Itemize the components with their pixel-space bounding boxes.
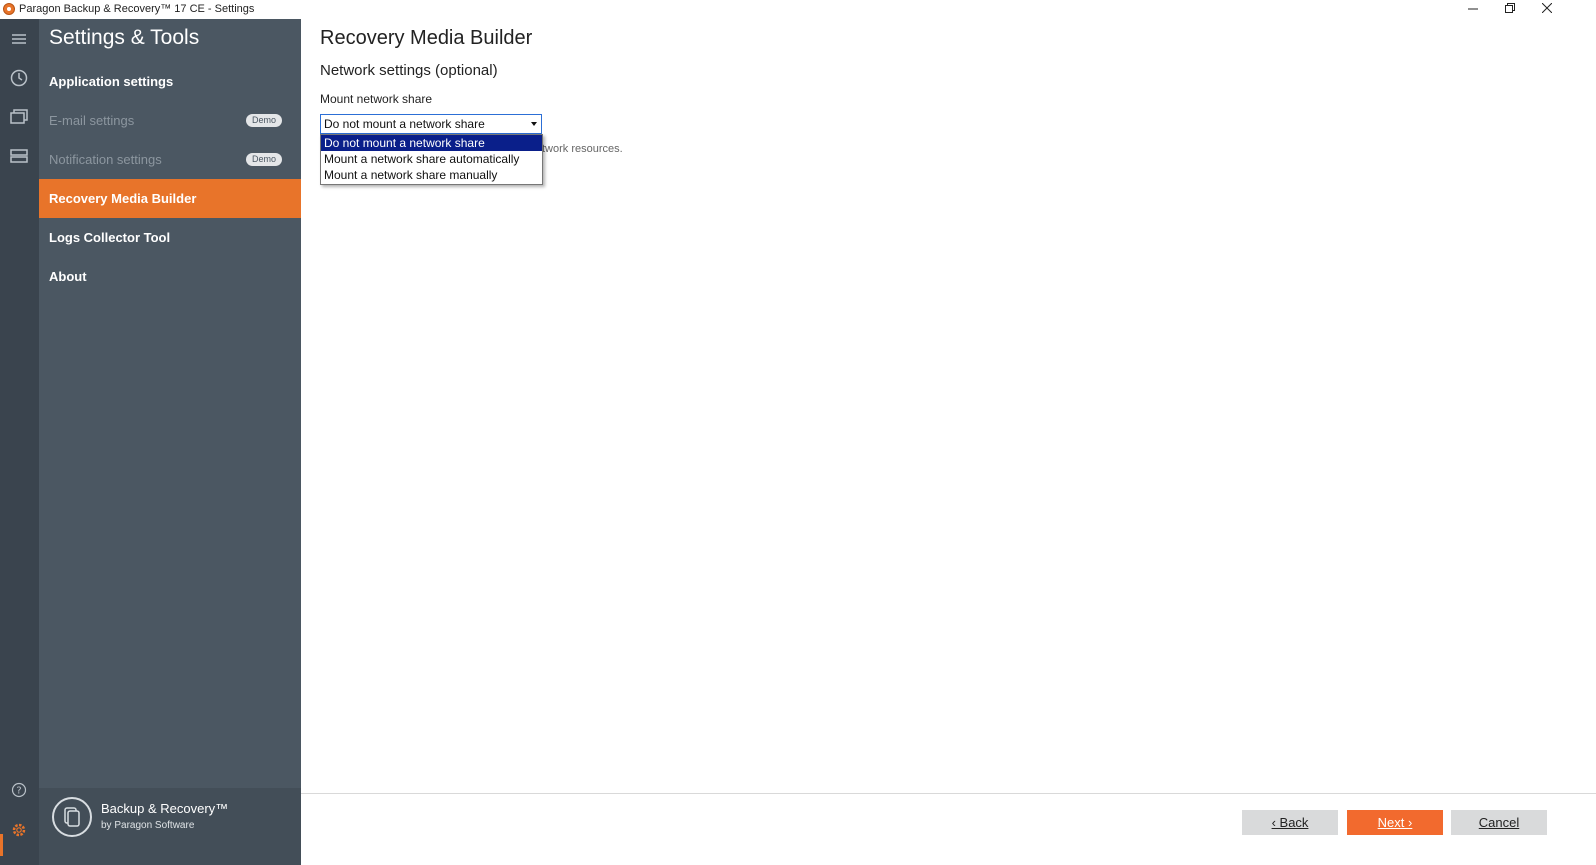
clock-icon[interactable] [8,67,30,89]
footer-divider [301,793,1596,794]
title-bar: Paragon Backup & Recovery™ 17 CE - Setti… [0,0,1596,19]
active-indicator [0,834,3,856]
brand-name: Backup & Recovery™ [101,801,229,816]
dropdown-option[interactable]: Do not mount a network share [321,135,542,151]
minimize-button[interactable] [1455,0,1491,19]
cancel-button[interactable]: Cancel [1451,810,1547,835]
mount-share-select[interactable]: Do not mount a network share [320,114,542,134]
close-button[interactable] [1529,0,1565,19]
page-title: Recovery Media Builder [320,27,533,49]
sidebar-item-label: About [49,269,87,284]
sidebar-item-about[interactable]: About [39,257,301,296]
section-title: Network settings (optional) [320,62,498,79]
restore-icon [1505,3,1515,13]
chevron-down-icon [531,122,537,126]
sidebar-item-label: Notification settings [49,152,162,167]
next-button[interactable]: Next › [1347,810,1443,835]
dropdown-option[interactable]: Mount a network share automatically [321,151,542,167]
mount-share-label: Mount network share [320,92,433,106]
sidebar-item-application-settings[interactable]: Application settings [39,62,301,101]
select-value: Do not mount a network share [324,117,485,131]
sidebar-item-label: Recovery Media Builder [49,191,197,206]
sidebar-item-notification-settings[interactable]: Notification settings Demo [39,140,301,179]
sidebar: Settings & Tools Application settings E-… [39,19,301,865]
brand-area: Backup & Recovery™ by Paragon Software [39,788,301,865]
window-title: Paragon Backup & Recovery™ 17 CE - Setti… [19,3,255,15]
sidebar-title: Settings & Tools [49,26,200,49]
help-icon[interactable]: ? [8,779,30,801]
disk-icon[interactable] [8,145,30,167]
backup-icon[interactable] [8,106,30,128]
sidebar-item-logs-collector-tool[interactable]: Logs Collector Tool [39,218,301,257]
sidebar-item-label: Application settings [49,74,174,89]
demo-badge: Demo [245,114,282,127]
close-icon [1541,2,1553,14]
restore-button[interactable] [1492,0,1528,19]
icon-rail: ? [0,19,39,865]
hint-text: twork resources. [542,143,623,155]
demo-badge: Demo [245,153,282,166]
svg-text:?: ? [16,786,21,797]
paragon-logo-icon [52,797,92,837]
gear-icon[interactable] [8,819,30,841]
brand-subtitle: by Paragon Software [101,820,195,831]
mount-share-dropdown-list: Do not mount a network share Mount a net… [320,134,543,185]
dropdown-option[interactable]: Mount a network share manually [321,167,542,183]
sidebar-item-recovery-media-builder[interactable]: Recovery Media Builder [39,179,301,218]
menu-icon[interactable] [8,28,30,50]
back-button[interactable]: ‹ Back [1242,810,1338,835]
minimize-icon [1468,8,1478,10]
sidebar-item-email-settings[interactable]: E-mail settings Demo [39,101,301,140]
app-logo-icon [3,3,15,15]
sidebar-item-label: E-mail settings [49,113,135,128]
sidebar-item-label: Logs Collector Tool [49,230,171,245]
